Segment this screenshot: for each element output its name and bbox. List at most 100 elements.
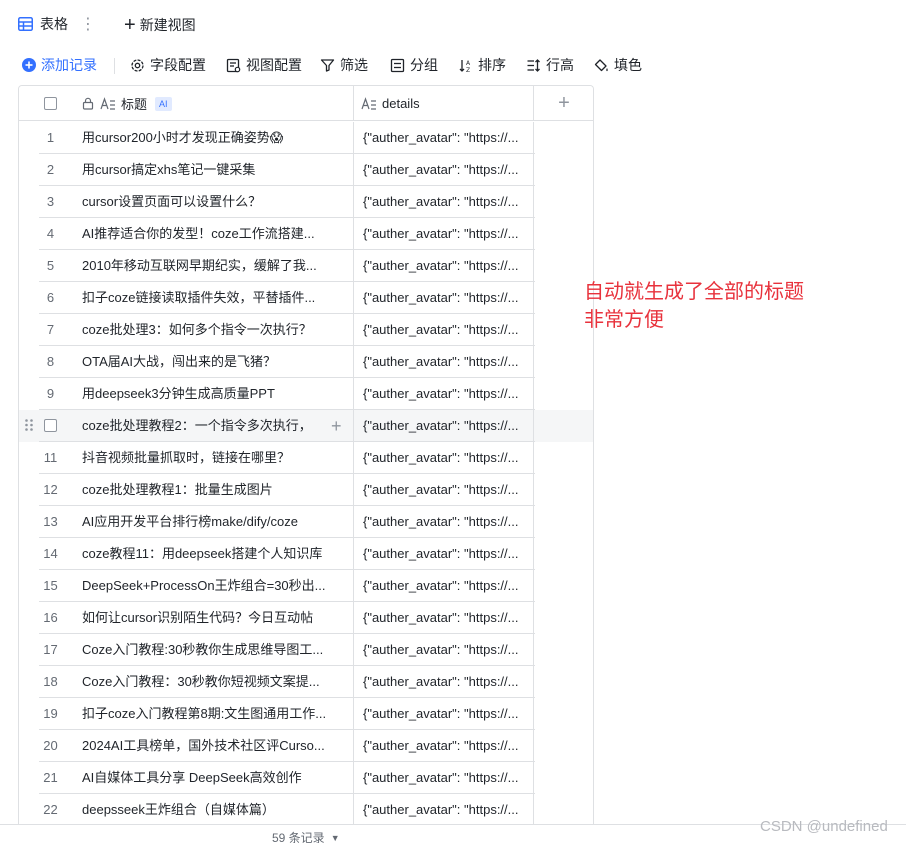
table-row[interactable]: 11抖音视频批量抓取时，链接在哪里？+{"auther_avatar": "ht… (19, 442, 593, 474)
cell-title[interactable]: AI自媒体工具分享 DeepSeek高效创作 (82, 762, 354, 794)
cell-title[interactable]: coze批处理教程1：批量生成图片 (82, 474, 354, 506)
fill-color-button[interactable]: 填色 (594, 56, 642, 74)
column-header-details[interactable]: details (354, 86, 534, 121)
cell-details[interactable]: {"auther_avatar": "https://... (354, 666, 534, 698)
view-config-button[interactable]: 视图配置 (226, 56, 302, 74)
cell-details[interactable]: {"auther_avatar": "https://... (354, 218, 534, 250)
add-record-button[interactable]: 添加记录 (22, 56, 97, 74)
cell-title[interactable]: AI应用开发平台排行榜make/dify/coze (82, 506, 354, 538)
table-row[interactable]: 2用cursor搞定xhs笔记一键采集+{"auther_avatar": "h… (19, 154, 593, 186)
field-config-label: 字段配置 (150, 57, 206, 73)
cell-title[interactable]: 用deepseek3分钟生成高质量PPT (82, 378, 354, 410)
table-row[interactable]: 6扣子coze链接读取插件失效，平替插件...+{"auther_avatar"… (19, 282, 593, 314)
row-index: 5 (46, 258, 55, 273)
row-index: 16 (43, 610, 58, 625)
cell-details[interactable]: {"auther_avatar": "https://... (354, 730, 534, 762)
select-all-cell[interactable] (19, 86, 82, 121)
field-config-button[interactable]: 字段配置 (130, 56, 206, 74)
cell-details[interactable]: {"auther_avatar": "https://... (354, 698, 534, 730)
cell-details[interactable]: {"auther_avatar": "https://... (354, 794, 534, 825)
new-view-button[interactable]: + 新建视图 (124, 14, 196, 36)
table-row[interactable]: 202024AI工具榜单，国外技术社区评Curso...+{"auther_av… (19, 730, 593, 762)
ai-badge: AI (155, 96, 172, 111)
table-row[interactable]: 52010年移动互联网早期纪实，缓解了我...+{"auther_avatar"… (19, 250, 593, 282)
cell-title[interactable]: 扣子coze入门教程第8期:文生图通用工作... (82, 698, 354, 730)
cell-title[interactable]: 2024AI工具榜单，国外技术社区评Curso... (82, 730, 354, 762)
table-row[interactable]: 3cursor设置页面可以设置什么？+{"auther_avatar": "ht… (19, 186, 593, 218)
cell-details[interactable]: {"auther_avatar": "https://... (354, 506, 534, 538)
row-checkbox[interactable] (44, 419, 57, 432)
cell-details[interactable]: {"auther_avatar": "https://... (354, 250, 534, 282)
table-row[interactable]: 15DeepSeek+ProcessOn王炸组合=30秒出...+{"authe… (19, 570, 593, 602)
table-row[interactable]: 13AI应用开发平台排行榜make/dify/coze+{"auther_ava… (19, 506, 593, 538)
toolbar-divider (114, 58, 115, 74)
cell-details[interactable]: {"auther_avatar": "https://... (354, 282, 534, 314)
cell-title[interactable]: OTA届AI大战，闯出来的是飞猪？ (82, 346, 354, 378)
cell-title[interactable]: AI推荐适合你的发型！coze工作流搭建... (82, 218, 354, 250)
cell-details[interactable]: {"auther_avatar": "https://... (354, 122, 534, 154)
cell-title[interactable]: coze教程11：用deepseek搭建个人知识库 (82, 538, 354, 570)
cell-details[interactable]: {"auther_avatar": "https://... (354, 410, 534, 442)
cell-title[interactable]: 如何让cursor识别陌生代码？今日互动帖 (82, 602, 354, 634)
table-row[interactable]: 17Coze入门教程:30秒教你生成思维导图工...+{"auther_avat… (19, 634, 593, 666)
sort-icon: A Z (459, 59, 471, 73)
cell-title[interactable]: deepsseek王炸组合（自媒体篇） (82, 794, 354, 825)
cell-title[interactable]: coze批处理3：如何多个指令一次执行？ (82, 314, 354, 346)
filter-button[interactable]: 筛选 (320, 56, 368, 74)
row-index: 11 (43, 450, 58, 465)
cell-details[interactable]: {"auther_avatar": "https://... (354, 602, 534, 634)
group-button[interactable]: 分组 (390, 56, 438, 74)
cell-details[interactable]: {"auther_avatar": "https://... (354, 762, 534, 794)
cell-details[interactable]: {"auther_avatar": "https://... (354, 474, 534, 506)
cell-details[interactable]: {"auther_avatar": "https://... (354, 346, 534, 378)
cell-title[interactable]: 扣子coze链接读取插件失效，平替插件... (82, 282, 354, 314)
add-column-button[interactable]: + (534, 86, 593, 121)
view-bar: 表格 ⋮ + 新建视图 (0, 0, 906, 48)
table-row[interactable]: 16如何让cursor识别陌生代码？今日互动帖+{"auther_avatar"… (19, 602, 593, 634)
table-row[interactable]: 9用deepseek3分钟生成高质量PPT+{"auther_avatar": … (19, 378, 593, 410)
new-view-label: 新建视图 (139, 17, 196, 33)
cell-details[interactable]: {"auther_avatar": "https://... (354, 442, 534, 474)
sort-button[interactable]: A Z 排序 (458, 56, 506, 74)
cell-title[interactable]: DeepSeek+ProcessOn王炸组合=30秒出... (82, 570, 354, 602)
lock-icon (82, 97, 94, 110)
cell-title[interactable]: 用cursor搞定xhs笔记一键采集 (82, 154, 354, 186)
row-index: 6 (46, 290, 55, 305)
table-row[interactable]: 19扣子coze入门教程第8期:文生图通用工作...+{"auther_avat… (19, 698, 593, 730)
table-row[interactable]: 14coze教程11：用deepseek搭建个人知识库+{"auther_ava… (19, 538, 593, 570)
add-record-label: 添加记录 (41, 57, 97, 73)
cell-details[interactable]: {"auther_avatar": "https://... (354, 378, 534, 410)
cell-title[interactable]: 抖音视频批量抓取时，链接在哪里？ (82, 442, 354, 474)
column-header-title[interactable]: 标题 AI (82, 86, 354, 121)
table-row[interactable]: 4AI推荐适合你的发型！coze工作流搭建...+{"auther_avatar… (19, 218, 593, 250)
table-row[interactable]: 1用cursor200小时才发现正确姿势😱+{"auther_avatar": … (19, 122, 593, 154)
row-index: 19 (43, 706, 58, 721)
select-all-checkbox[interactable] (44, 97, 57, 110)
cell-title[interactable]: 用cursor200小时才发现正确姿势😱 (82, 122, 354, 154)
cell-details[interactable]: {"auther_avatar": "https://... (354, 570, 534, 602)
cell-details[interactable]: {"auther_avatar": "https://... (354, 314, 534, 346)
cell-title[interactable]: 2010年移动互联网早期纪实，缓解了我... (82, 250, 354, 282)
svg-text:Z: Z (466, 67, 470, 73)
record-count-dropdown[interactable]: 59 条记录 ▼ (272, 829, 340, 843)
more-icon[interactable]: ⋮ (80, 14, 96, 34)
cell-details[interactable]: {"auther_avatar": "https://... (354, 154, 534, 186)
cell-title[interactable]: coze批处理教程2：一个指令多次执行， (82, 410, 354, 442)
cell-title[interactable]: cursor设置页面可以设置什么？ (82, 186, 354, 218)
cell-title[interactable]: Coze入门教程:30秒教你生成思维导图工... (82, 634, 354, 666)
table-row[interactable]: 18Coze入门教程：30秒教你短视频文案提...+{"auther_avata… (19, 666, 593, 698)
drag-handle-icon[interactable] (24, 418, 34, 432)
cell-details[interactable]: {"auther_avatar": "https://... (354, 186, 534, 218)
row-height-button[interactable]: 行高 (526, 56, 574, 74)
cell-details[interactable]: {"auther_avatar": "https://... (354, 634, 534, 666)
table-row[interactable]: 22deepsseek王炸组合（自媒体篇）+{"auther_avatar": … (19, 794, 593, 825)
view-tab-table[interactable]: 表格 ⋮ (0, 0, 104, 48)
cell-title[interactable]: Coze入门教程：30秒教你短视频文案提... (82, 666, 354, 698)
table-row[interactable]: 10coze批处理教程2：一个指令多次执行，+{"auther_avatar":… (19, 410, 593, 442)
table-row[interactable]: 21AI自媒体工具分享 DeepSeek高效创作+{"auther_avatar… (19, 762, 593, 794)
cell-details[interactable]: {"auther_avatar": "https://... (354, 538, 534, 570)
table-row[interactable]: 8OTA届AI大战，闯出来的是飞猪？+{"auther_avatar": "ht… (19, 346, 593, 378)
table-row[interactable]: 7coze批处理3：如何多个指令一次执行？+{"auther_avatar": … (19, 314, 593, 346)
table-row[interactable]: 12coze批处理教程1：批量生成图片+{"auther_avatar": "h… (19, 474, 593, 506)
expand-row-icon[interactable]: + (331, 416, 342, 436)
